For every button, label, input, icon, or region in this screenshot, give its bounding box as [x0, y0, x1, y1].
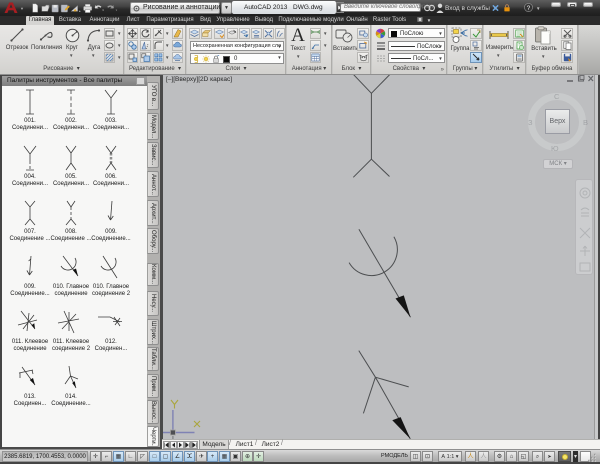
svg-text:?: ? [527, 5, 531, 12]
